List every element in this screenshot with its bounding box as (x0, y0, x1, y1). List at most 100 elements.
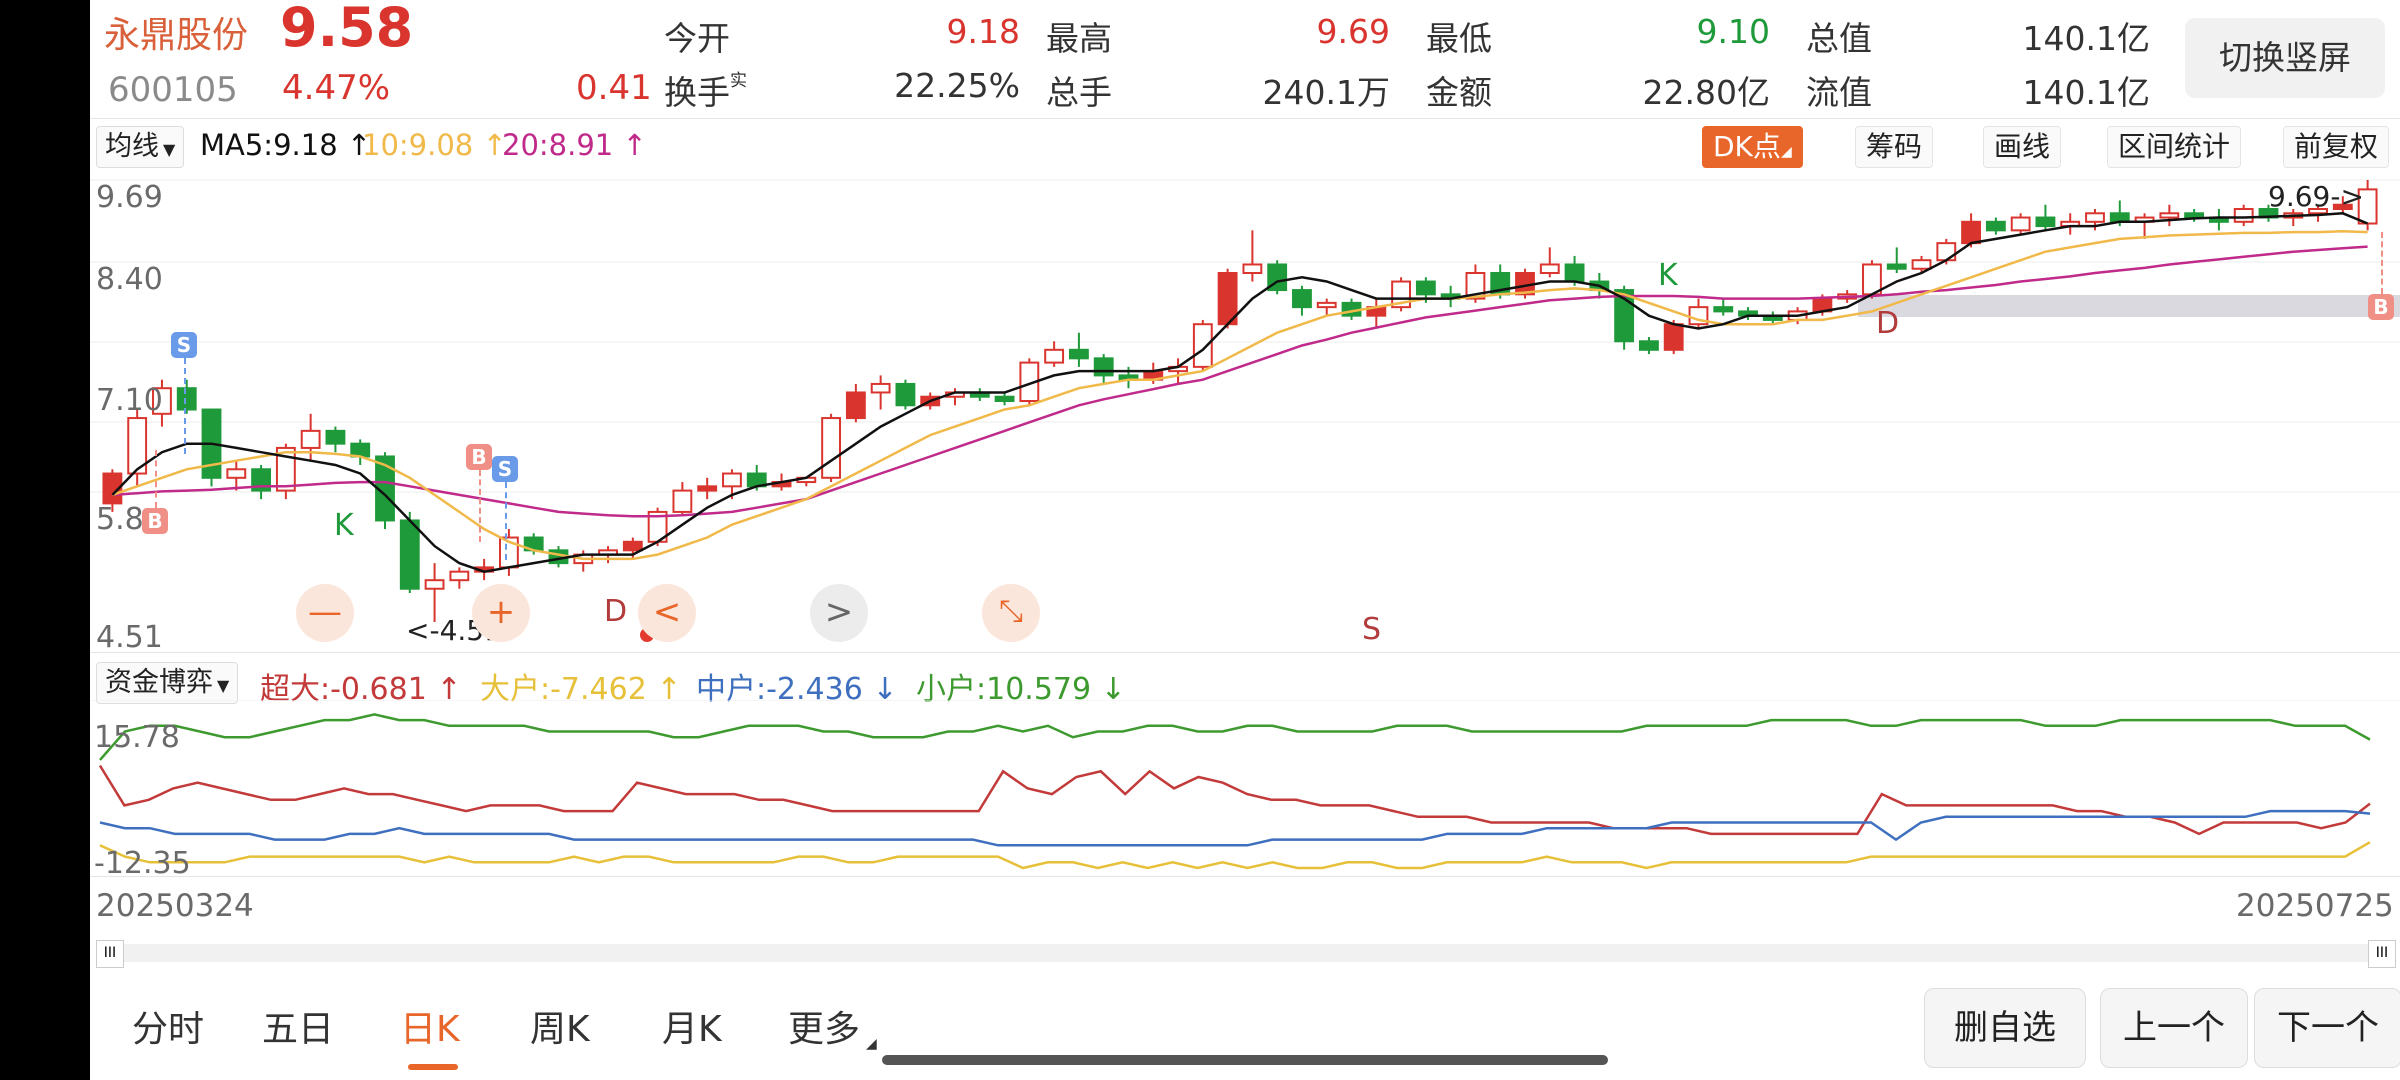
prev-page-button[interactable]: < (638, 584, 696, 642)
candle-body (325, 429, 346, 445)
candle (399, 511, 420, 593)
adjust-button[interactable]: 前复权 (2283, 126, 2390, 168)
candle (2134, 213, 2155, 239)
tab-more[interactable]: 更多 (788, 1000, 860, 1052)
candle-body (1292, 289, 1312, 309)
resistance-band (1858, 295, 2400, 317)
candle (2159, 204, 2180, 227)
candle-body (1539, 263, 1560, 275)
scroll-handle-right[interactable]: III (2368, 940, 2396, 968)
ma5-readout: MA5:9.18 ↑ (200, 128, 372, 162)
high-label: 最高 (1046, 19, 1112, 58)
scroll-handle-left[interactable]: III (96, 940, 124, 968)
candle-body (1663, 323, 1684, 351)
buy-tag[interactable]: B (2368, 294, 2394, 320)
corner-triangle-icon: ◢ (1780, 144, 1792, 160)
candle (1316, 298, 1337, 316)
range-stats-button[interactable]: 区间统计 (2107, 126, 2242, 168)
fund-flow-chart[interactable] (90, 700, 2400, 880)
candle-body (1192, 323, 1213, 368)
candle-body (1316, 301, 1337, 309)
buy-tag[interactable]: B (466, 444, 492, 470)
collapse-icon[interactable]: ⤡ (982, 584, 1040, 642)
candle-body (449, 570, 470, 582)
candle-body (1911, 259, 1932, 270)
delete-watchlist-button[interactable]: 删自选 (1924, 988, 2086, 1068)
candle-body (1415, 280, 1436, 296)
candle-body (870, 382, 891, 394)
change-amount: 0.41 (576, 68, 652, 108)
zoom-in-button[interactable]: + (472, 584, 530, 642)
tab-monthly-k[interactable]: 月K (662, 1000, 722, 1052)
candle-body (300, 429, 321, 449)
chips-button[interactable]: 筹码 (1855, 126, 1934, 168)
total-cap-value: 140.1亿 (2022, 19, 2150, 58)
candle-body (2085, 212, 2105, 223)
tab-weekly-k[interactable]: 周K (530, 1000, 590, 1052)
candle-body (399, 519, 420, 590)
next-stock-button[interactable]: 下一个 (2254, 988, 2400, 1068)
candle-body (1985, 220, 2006, 232)
candle (895, 379, 916, 410)
candle (251, 464, 272, 500)
candle (697, 477, 718, 500)
candle (994, 392, 1015, 406)
candle (1044, 341, 1065, 367)
float-cap-label: 流值 (1806, 73, 1872, 112)
axis-label-2: 8.40 (96, 262, 163, 297)
indicator-select-label: 均线 (105, 131, 159, 162)
candlestick-chart[interactable] (90, 172, 2400, 652)
candle-body (226, 468, 247, 479)
buy-tag[interactable]: B (142, 508, 168, 534)
candle (1292, 285, 1312, 316)
tab-five-day[interactable]: 五日 (262, 1000, 334, 1052)
ma5-line (111, 212, 2369, 573)
sub-indicator-select[interactable]: 资金博弈 ▼ (96, 662, 239, 704)
tag-dashline (479, 470, 481, 542)
zoom-out-button[interactable]: — (296, 584, 354, 642)
chart-divider (90, 652, 2400, 653)
sell-tag[interactable]: S (492, 456, 518, 482)
candle-body (1638, 340, 1659, 351)
candle (2060, 213, 2081, 235)
max-price-marker: 9.69-> (2268, 180, 2364, 213)
sub-axis-top: 15.78 (94, 720, 180, 755)
low-value: 9.10 (1696, 12, 1770, 51)
previous-stock-button[interactable]: 上一个 (2100, 988, 2248, 1068)
d-signal-1: D (604, 594, 628, 629)
d-signal-2: D (1876, 306, 1900, 341)
header-divider (90, 118, 2400, 119)
axis-label-3: 7.10 (96, 383, 163, 418)
axis-bottom-label: 4.51 (96, 620, 163, 655)
tab-intraday[interactable]: 分时 (132, 1000, 204, 1052)
candle (2208, 209, 2229, 231)
sell-tag[interactable]: S (171, 332, 197, 358)
candle-body (845, 391, 866, 420)
candle-body (350, 442, 371, 458)
current-price: 9.58 (280, 0, 414, 59)
amount-value: 22.80亿 (1642, 73, 1770, 112)
total-cap-label: 总值 (1806, 19, 1872, 58)
switch-portrait-button[interactable]: 切换竖屏 (2185, 18, 2385, 98)
candle (1886, 247, 1907, 274)
dk-point-label: DK点 (1713, 130, 1781, 163)
volume-value: 240.1万 (1262, 73, 1390, 112)
range-scrollbar[interactable] (96, 944, 2394, 962)
tag-dashline (505, 482, 507, 560)
fund-line-小户 (99, 713, 2371, 761)
axis-top-label: 9.69 (96, 180, 163, 215)
indicator-select[interactable]: 均线 ▼ (96, 126, 185, 168)
candle (201, 408, 222, 487)
more-corner-icon: ◢ (866, 1036, 877, 1052)
candle-body (1068, 348, 1089, 360)
next-page-button[interactable]: > (810, 584, 868, 642)
s-signal-mark: S (1362, 612, 1382, 647)
candle (1192, 319, 1213, 372)
tab-daily-k[interactable]: 日K (400, 1000, 460, 1052)
stock-kline-screen: 永鼎股份 9.58 600105 4.47% 0.41 今开 9.18 最高 9… (90, 0, 2400, 1080)
dk-point-button[interactable]: DK点◢ (1702, 126, 1803, 168)
home-indicator (882, 1055, 1608, 1065)
draw-line-button[interactable]: 画线 (1983, 126, 2062, 168)
ma20-line (112, 245, 2368, 518)
chevron-down-icon: ▼ (217, 676, 230, 695)
